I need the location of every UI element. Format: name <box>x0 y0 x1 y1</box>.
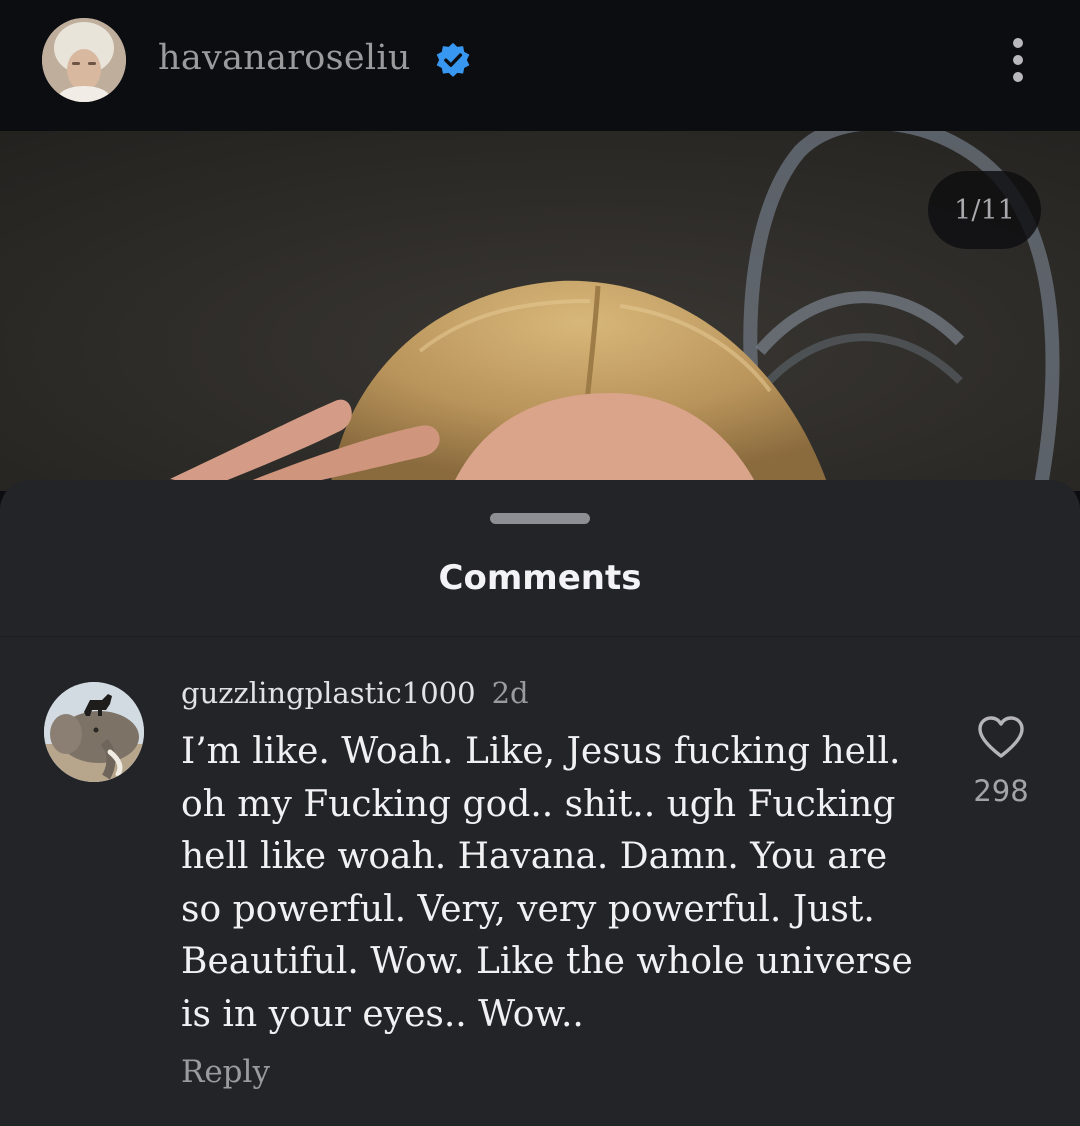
profile-avatar[interactable] <box>42 18 126 102</box>
more-vertical-icon[interactable] <box>998 34 1038 86</box>
comment-username[interactable]: guzzlingplastic1000 <box>181 676 476 710</box>
comment-text: I’m like. Woah. Like, Jesus fucking hell… <box>181 731 913 1035</box>
reply-button[interactable]: Reply <box>181 1054 270 1090</box>
post-image[interactable] <box>0 131 1080 491</box>
sheet-title: Comments <box>438 558 642 598</box>
comment-header: guzzlingplastic1000 2d <box>181 676 529 710</box>
drag-handle[interactable] <box>490 513 590 524</box>
image-counter: 1/11 <box>928 171 1041 249</box>
comments-sheet: Comments guzzlingplastic1000 2d I’m like.… <box>0 480 1080 1126</box>
comment-avatar-image <box>44 682 144 782</box>
username[interactable]: havanaroseliu <box>158 38 411 78</box>
comment-avatar[interactable] <box>44 682 144 782</box>
verified-badge-icon <box>436 42 470 77</box>
like-count: 298 <box>973 774 1029 808</box>
post-photo <box>0 131 1080 491</box>
comment-timestamp: 2d <box>491 676 529 710</box>
post-header: havanaroseliu <box>0 0 1080 131</box>
heart-outline-icon[interactable] <box>976 714 1026 760</box>
profile-avatar-image <box>42 18 126 102</box>
divider <box>0 636 1080 637</box>
